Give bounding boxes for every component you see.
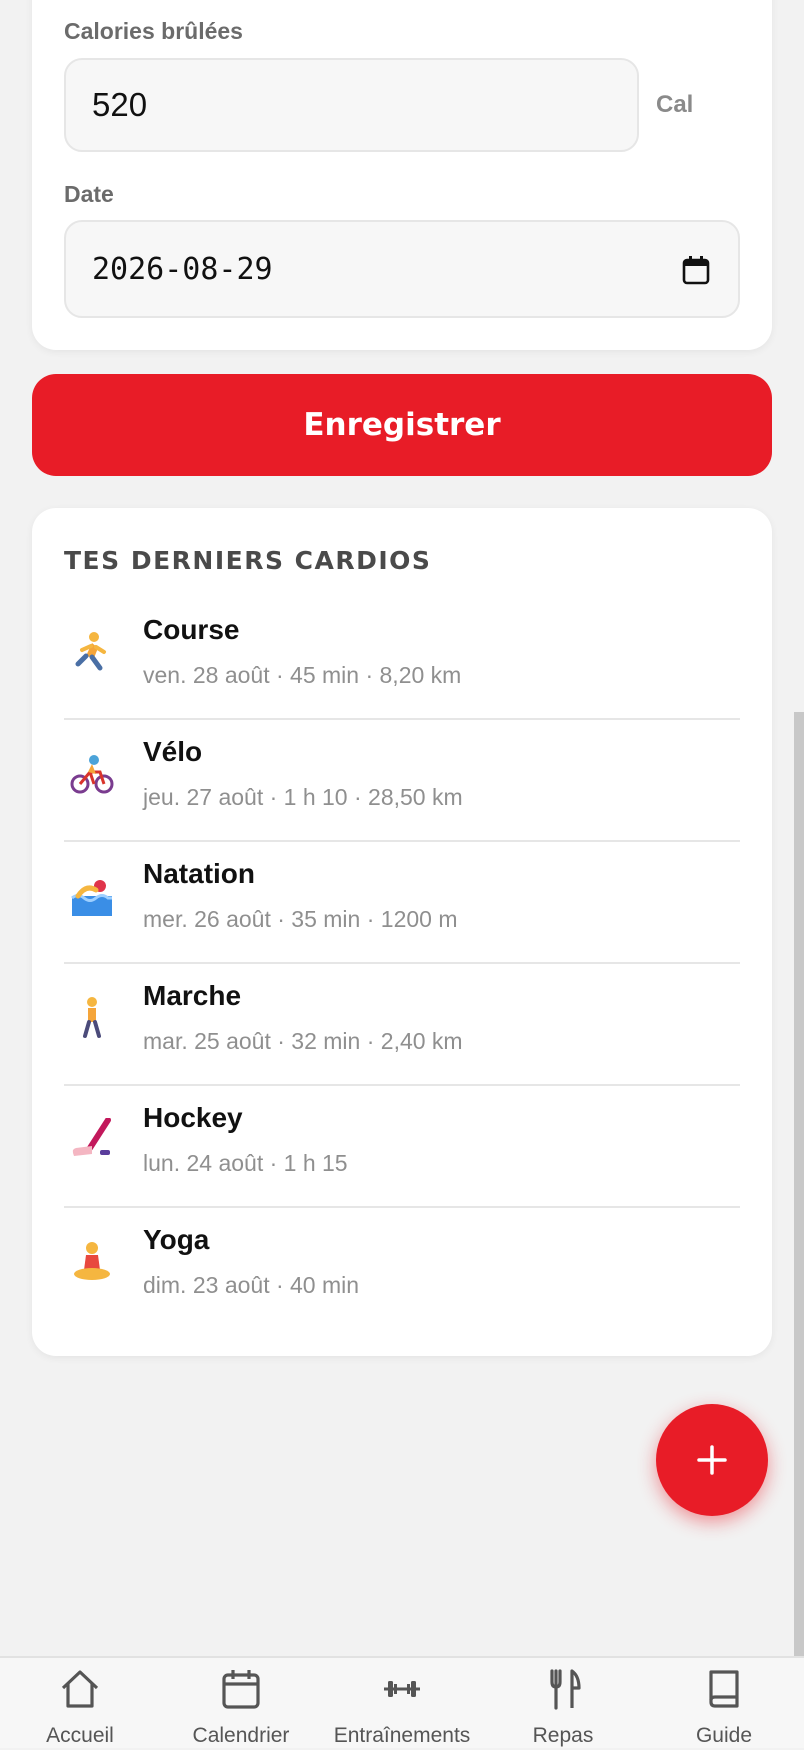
nav-label: Accueil	[46, 1724, 114, 1747]
calories-label: Calories brûlées	[64, 18, 243, 44]
home-icon	[59, 1668, 101, 1715]
running-person-icon	[70, 630, 114, 674]
activity-details: mer. 26 août · 35 min · 1200 m	[143, 906, 458, 932]
save-button-label: Enregistrer	[303, 407, 501, 443]
date-label: Date	[64, 181, 114, 207]
calories-unit: Cal	[656, 91, 694, 118]
activity-details: mar. 25 août · 32 min · 2,40 km	[143, 1028, 463, 1054]
nav-label: Guide	[695, 1724, 753, 1747]
calendar-icon	[220, 1668, 262, 1715]
date-value: 2026-08-29	[92, 251, 273, 287]
list-item[interactable]: Natation mer. 26 août · 35 min · 1200 m	[64, 842, 740, 964]
activity-title: Yoga	[143, 1224, 210, 1255]
activity-title: Natation	[143, 858, 255, 889]
dumbbell-icon	[381, 1668, 423, 1715]
bottom-nav: Accueil Calendrier Entraînements Repas G…	[0, 1656, 804, 1748]
save-button[interactable]: Enregistrer	[32, 374, 772, 476]
date-input[interactable]: 2026-08-29	[64, 220, 740, 318]
nav-item-repas[interactable]: Repas	[483, 1658, 643, 1750]
nav-label: Calendrier	[192, 1724, 290, 1747]
activity-details: lun. 24 août · 1 h 15	[143, 1150, 348, 1176]
swimmer-icon	[70, 874, 114, 918]
nav-item-guide[interactable]: Guide	[644, 1658, 804, 1750]
list-item[interactable]: Course ven. 28 août · 45 min · 8,20 km	[64, 598, 740, 720]
section-title: TES DERNIERS CARDIOS	[64, 546, 432, 575]
recent-cardio-card: TES DERNIERS CARDIOS Course ven. 28 août…	[32, 508, 772, 1356]
calendar-picker-icon[interactable]	[682, 255, 710, 293]
hockey-stick-icon	[70, 1117, 114, 1162]
list-item[interactable]: Yoga dim. 23 août · 40 min	[64, 1208, 740, 1330]
scrollbar[interactable]	[794, 712, 804, 1656]
cyclist-icon	[70, 752, 114, 796]
plus-icon	[697, 1445, 727, 1475]
activity-title: Course	[143, 614, 240, 645]
list-item[interactable]: Marche mar. 25 août · 32 min · 2,40 km	[64, 964, 740, 1086]
activity-title: Marche	[143, 980, 242, 1011]
book-icon	[703, 1668, 745, 1715]
activity-details: ven. 28 août · 45 min · 8,20 km	[143, 662, 462, 688]
walking-person-icon	[70, 996, 114, 1040]
cardio-form-card: Calories brûlées 520 Cal Date 2026-08-29	[32, 0, 772, 350]
calories-input[interactable]: 520	[64, 58, 639, 152]
activity-title: Hockey	[143, 1102, 243, 1133]
activity-details: jeu. 27 août · 1 h 10 · 28,50 km	[143, 784, 463, 810]
nav-item-calendrier[interactable]: Calendrier	[161, 1658, 321, 1750]
fork-knife-icon	[542, 1668, 584, 1715]
list-item[interactable]: Vélo jeu. 27 août · 1 h 10 · 28,50 km	[64, 720, 740, 842]
calories-value: 520	[92, 86, 148, 123]
nav-item-accueil[interactable]: Accueil	[0, 1658, 160, 1750]
activity-title: Vélo	[143, 736, 203, 767]
add-button[interactable]	[656, 1404, 768, 1516]
yoga-person-icon	[70, 1240, 114, 1284]
activity-details: dim. 23 août · 40 min	[143, 1272, 360, 1298]
list-item[interactable]: Hockey lun. 24 août · 1 h 15	[64, 1086, 740, 1208]
nav-item-entrainements[interactable]: Entraînements	[322, 1658, 482, 1750]
nav-label: Repas	[532, 1724, 594, 1747]
nav-label: Entraînements	[333, 1724, 471, 1747]
